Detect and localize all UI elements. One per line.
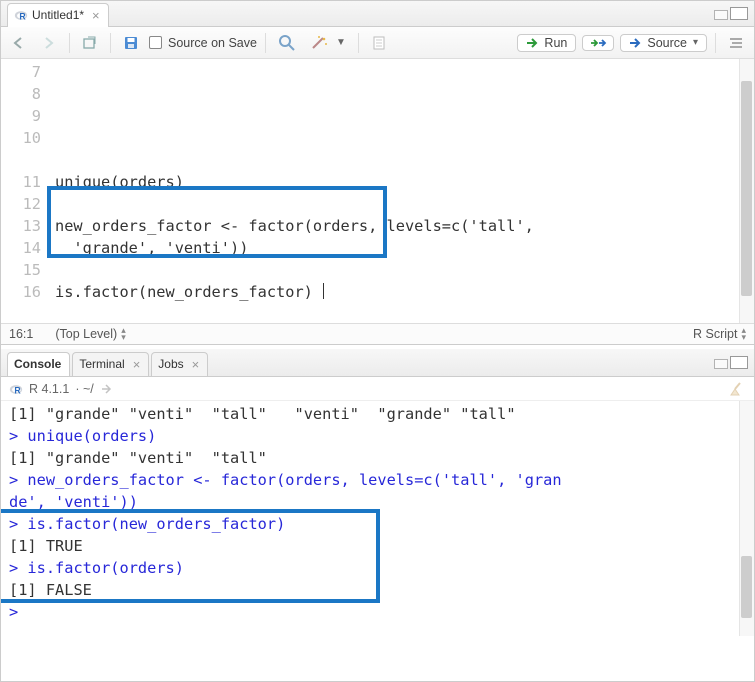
text-cursor bbox=[323, 283, 324, 299]
scope-label: (Top Level) bbox=[55, 327, 117, 341]
r-file-icon: R bbox=[14, 8, 28, 22]
chevron-down-icon: ▾ bbox=[693, 37, 698, 48]
rerun-button[interactable] bbox=[582, 35, 614, 51]
arrow-left-icon bbox=[11, 36, 27, 50]
minimize-pane-button[interactable] bbox=[714, 10, 728, 20]
console-output[interactable]: [1] "grande" "venti" "tall" "venti" "gra… bbox=[1, 401, 754, 636]
language-label: R Script bbox=[693, 327, 737, 341]
source-tab[interactable]: R Untitled1* × bbox=[7, 3, 109, 27]
source-on-save-label: Source on Save bbox=[168, 36, 257, 50]
r-logo-icon: R bbox=[9, 382, 23, 396]
run-arrow-icon bbox=[526, 37, 540, 49]
source-tabbar: R Untitled1* × bbox=[1, 1, 754, 27]
source-statusbar: 16:1 (Top Level) ▴▾ R Script ▴▾ bbox=[1, 323, 754, 345]
source-arrow-icon bbox=[629, 37, 643, 49]
maximize-pane-button[interactable] bbox=[730, 356, 748, 369]
minimize-pane-button[interactable] bbox=[714, 359, 728, 369]
source-toolbar: Source on Save ▼ Run Source ▾ bbox=[1, 27, 754, 59]
svg-text:R: R bbox=[14, 385, 21, 395]
r-version: R 4.1.1 bbox=[29, 382, 69, 396]
tab-console-label: Console bbox=[14, 357, 61, 371]
chevron-down-icon: ▼ bbox=[336, 37, 346, 48]
close-icon[interactable]: × bbox=[133, 357, 141, 372]
source-button[interactable]: Source ▾ bbox=[620, 34, 707, 52]
tab-jobs[interactable]: Jobs × bbox=[151, 352, 208, 376]
nav-back-button[interactable] bbox=[7, 34, 31, 52]
updown-icon: ▴▾ bbox=[741, 327, 746, 341]
divider bbox=[715, 33, 716, 53]
save-button[interactable] bbox=[119, 33, 143, 53]
divider bbox=[358, 33, 359, 53]
svg-text:R: R bbox=[19, 11, 26, 21]
divider bbox=[69, 33, 70, 53]
close-icon[interactable]: × bbox=[92, 8, 100, 23]
run-label: Run bbox=[544, 36, 567, 50]
rerun-icon bbox=[589, 37, 607, 49]
source-editor[interactable]: 78910 111213141516 unique(orders) new_or… bbox=[1, 59, 754, 323]
vertical-scrollbar[interactable] bbox=[739, 59, 754, 323]
compile-report-button[interactable] bbox=[367, 33, 391, 53]
line-gutter: 78910 111213141516 bbox=[1, 59, 51, 323]
cursor-position: 16:1 bbox=[9, 327, 33, 341]
notebook-icon bbox=[371, 35, 387, 51]
console-info: R R 4.1.1 · ~/ bbox=[1, 377, 754, 401]
maximize-pane-button[interactable] bbox=[730, 7, 748, 20]
scrollbar-thumb[interactable] bbox=[741, 556, 752, 618]
working-dir: · ~/ bbox=[75, 382, 93, 396]
close-icon[interactable]: × bbox=[192, 357, 200, 372]
wand-icon bbox=[310, 35, 330, 51]
popout-icon bbox=[82, 36, 98, 50]
arrow-right-icon bbox=[41, 36, 57, 50]
pane-window-controls bbox=[714, 7, 748, 20]
source-tab-title: Untitled1* bbox=[32, 8, 84, 22]
tab-console[interactable]: Console bbox=[7, 352, 70, 376]
divider bbox=[110, 33, 111, 53]
outline-icon bbox=[728, 36, 744, 50]
scrollbar-thumb[interactable] bbox=[741, 81, 752, 296]
tab-terminal[interactable]: Terminal × bbox=[72, 352, 149, 376]
tab-terminal-label: Terminal bbox=[79, 357, 124, 371]
nav-fwd-button[interactable] bbox=[37, 34, 61, 52]
pane-window-controls bbox=[714, 356, 748, 369]
code-area[interactable]: unique(orders) new_orders_factor <- fact… bbox=[51, 59, 754, 323]
find-button[interactable] bbox=[274, 32, 300, 54]
show-in-new-window-button[interactable] bbox=[78, 34, 102, 52]
source-on-save-checkbox[interactable] bbox=[149, 36, 162, 49]
run-button[interactable]: Run bbox=[517, 34, 576, 52]
divider bbox=[265, 33, 266, 53]
broom-icon bbox=[728, 380, 746, 398]
code-tools-button[interactable]: ▼ bbox=[306, 33, 350, 53]
vertical-scrollbar[interactable] bbox=[739, 401, 754, 636]
save-icon bbox=[123, 35, 139, 51]
outline-button[interactable] bbox=[724, 34, 748, 52]
tab-jobs-label: Jobs bbox=[158, 357, 183, 371]
scope-selector[interactable]: (Top Level) ▴▾ bbox=[55, 327, 125, 341]
clear-console-button[interactable] bbox=[728, 380, 746, 398]
console-tabbar: Console Terminal × Jobs × bbox=[1, 349, 754, 377]
magnifier-icon bbox=[278, 34, 296, 52]
language-selector[interactable]: R Script ▴▾ bbox=[693, 327, 746, 341]
source-label: Source bbox=[647, 36, 687, 50]
updown-icon: ▴▾ bbox=[121, 327, 126, 341]
goto-dir-icon[interactable] bbox=[100, 383, 114, 395]
